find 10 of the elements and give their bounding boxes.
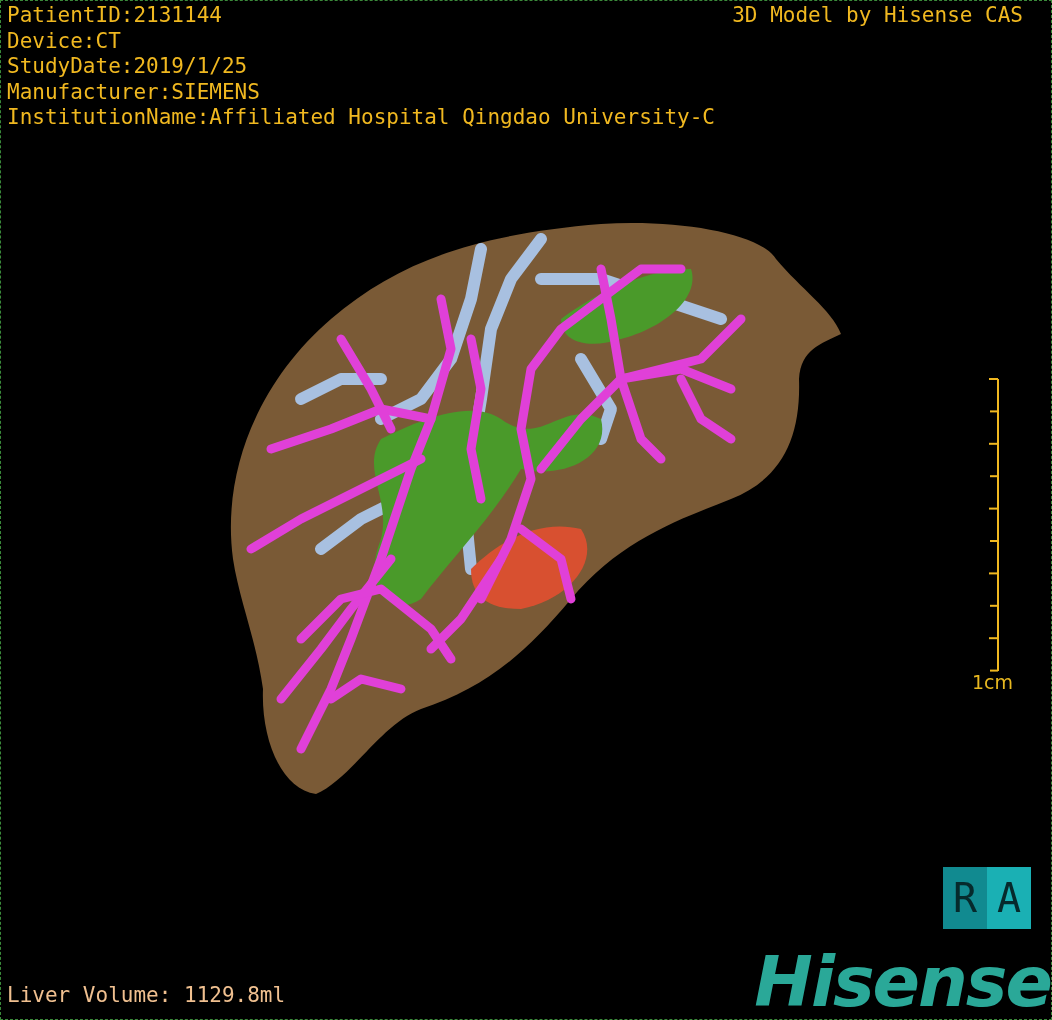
scale-label: 1cm: [971, 671, 1013, 693]
patient-info-text: InstitutionName:Affiliated Hospital Qingdao University-C: [7, 105, 715, 131]
patient-info-text: StudyDate:2019/1/25: [7, 54, 249, 80]
model-credit-text: 3D Model by Hisense CAS: [732, 3, 1023, 29]
brand-logo: Hisense: [754, 951, 1051, 1013]
patient-info-text: PatientID:2131144: [7, 3, 223, 29]
patient-info-text: Manufacturer:SIEMENS: [7, 79, 261, 105]
liver-volume-text: Liver Volume: 1129.8ml: [7, 983, 286, 1007]
orientation-cube[interactable]: R A: [943, 867, 1031, 929]
patient-info-text: Device:CT: [7, 28, 122, 54]
